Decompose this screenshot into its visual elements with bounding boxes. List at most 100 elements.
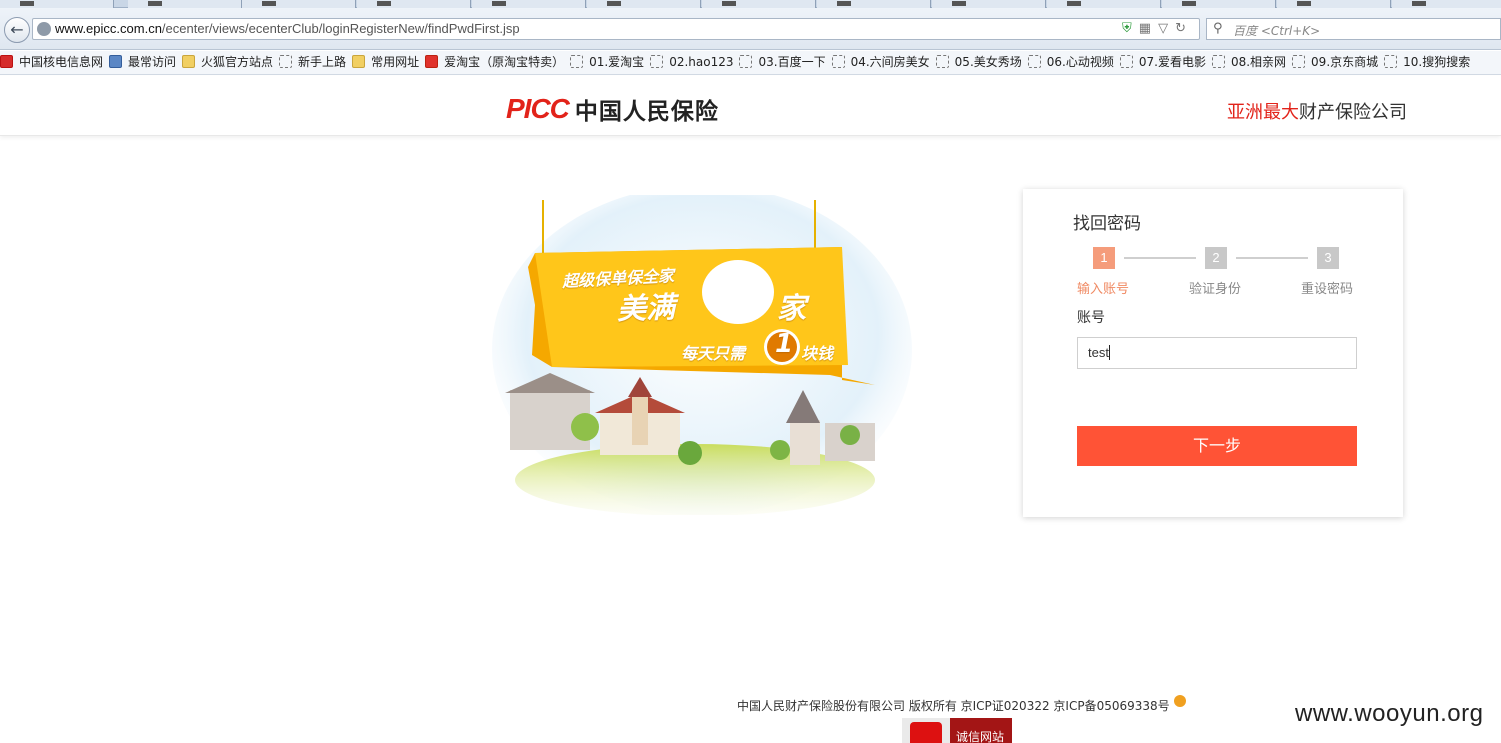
bookmark-item[interactable]: 04.六间房美女 (831, 51, 930, 74)
bookmark-item[interactable]: 01.爱淘宝 (570, 51, 645, 74)
police-badge-icon[interactable] (1173, 695, 1186, 707)
bookmark-item[interactable]: 火狐官方站点 (182, 51, 274, 74)
globe-icon (37, 22, 51, 36)
bookmark-item[interactable]: 06.心动视频 (1027, 51, 1114, 74)
bookmark-label: 01.爱淘宝 (589, 55, 645, 69)
back-button[interactable]: ← (4, 17, 30, 43)
account-input[interactable]: test (1077, 337, 1357, 369)
qr-code-icon[interactable]: ▦ (1139, 21, 1158, 36)
step-3-label: 重设密码 (1301, 282, 1354, 297)
find-password-card: 找回密码 1 2 3 输入账号 验证身份 重设密码 账号 test 下一步 (1023, 189, 1403, 517)
url-domain: www.epicc.com.cn (55, 21, 162, 36)
step-2-label: 验证身份 (1189, 282, 1242, 297)
bookmark-label: 爱淘宝（原淘宝特卖） (444, 55, 565, 69)
url-text: www.epicc.com.cn/ecenter/views/ecenterCl… (55, 21, 520, 36)
next-step-button[interactable]: 下一步 (1077, 426, 1357, 466)
account-input-value: test (1088, 345, 1109, 360)
address-bar-icons: ⛨▦▽↻ (1122, 21, 1193, 36)
slogan-highlight: 亚洲最大 (1227, 102, 1299, 123)
browser-tab-strip (0, 0, 1501, 8)
banner-e-letter: e (716, 247, 763, 326)
browser-tab[interactable] (1162, 0, 1276, 8)
bookmark-icon (1384, 55, 1398, 68)
banner-line-2a: 美满 (616, 289, 676, 327)
bookmark-label: 02.hao123 (669, 55, 734, 69)
credit-badge-logo (902, 718, 950, 743)
bookmark-label: 04.六间房美女 (850, 55, 930, 69)
bookmark-item[interactable]: 最常访问 (109, 51, 177, 74)
bookmark-item[interactable]: 07.爱看电影 (1119, 51, 1206, 74)
bookmark-icon (935, 55, 949, 68)
bookmark-item[interactable]: 03.百度一下 (739, 51, 826, 74)
browser-tab[interactable] (357, 0, 471, 8)
card-title: 找回密码 (1073, 214, 1141, 234)
browser-tab[interactable] (817, 0, 931, 8)
header-slogan: 亚洲最大财产保险公司 (1227, 98, 1407, 124)
copyright-text: 中国人民财产保险股份有限公司 版权所有 京ICP证020322 京ICP备050… (737, 699, 1170, 713)
bookmark-item[interactable]: 05.美女秀场 (935, 51, 1022, 74)
bookmark-label: 最常访问 (128, 55, 177, 69)
reload-icon[interactable]: ↻ (1175, 21, 1193, 36)
footer-copyright: 中国人民财产保险股份有限公司 版权所有 京ICP证020322 京ICP备050… (737, 695, 1186, 714)
bookmark-icon (1292, 55, 1306, 68)
bookmark-icon (1027, 55, 1041, 68)
bookmark-label: 08.相亲网 (1230, 55, 1287, 69)
browser-tab[interactable] (1277, 0, 1391, 8)
shield-icon[interactable]: ⛨ (1122, 21, 1139, 36)
browser-tab[interactable] (1392, 0, 1501, 8)
bookmark-item[interactable]: 常用网址 (352, 51, 420, 74)
browser-tab[interactable] (932, 0, 1046, 8)
bookmark-icon (0, 55, 13, 68)
search-placeholder: 百度 <Ctrl+K> (1233, 24, 1321, 38)
bookmark-icon (425, 55, 439, 68)
banner-line-3a: 每天只需 (681, 344, 746, 363)
bookmark-item[interactable]: 02.hao123 (650, 51, 734, 74)
step-connector (1236, 257, 1308, 259)
step-2-badge: 2 (1205, 247, 1227, 269)
browser-tab[interactable] (242, 0, 356, 8)
bookmark-label: 中国核电信息网 (19, 55, 104, 69)
address-bar[interactable]: www.epicc.com.cn/ecenter/views/ecenterCl… (32, 18, 1200, 40)
bookmark-item[interactable]: 爱淘宝（原淘宝特卖） (425, 51, 565, 74)
picc-logo[interactable]: PICC 中国人民保险 (506, 92, 719, 126)
bookmark-item[interactable]: 新手上路 (279, 51, 347, 74)
step-1-badge: 1 (1093, 247, 1115, 269)
bookmark-icon (279, 55, 293, 68)
bookmark-icon (739, 55, 753, 68)
credit-website-badge[interactable]: 诚信网站 (902, 718, 1012, 743)
bookmark-item[interactable]: 09.京东商城 (1292, 51, 1379, 74)
browser-tab[interactable] (128, 0, 242, 8)
browser-tab[interactable] (1047, 0, 1161, 8)
bookmark-label: 09.京东商城 (1311, 55, 1379, 69)
step-3-badge: 3 (1317, 247, 1339, 269)
bookmark-item[interactable]: 中国核电信息网 (0, 51, 104, 74)
folder-icon (352, 55, 366, 68)
bookmark-label: 06.心动视频 (1046, 55, 1114, 69)
banner-line-2b: 家 (777, 291, 807, 325)
folder-icon (182, 55, 196, 68)
promo-illustration: 超级保单保全家 美满 e 家 每天只需 1 块钱 (490, 195, 915, 515)
browser-tab[interactable] (702, 0, 816, 8)
bookmark-item[interactable]: 10.搜狗搜索 (1384, 51, 1470, 74)
bookmark-label: 新手上路 (298, 55, 347, 69)
bookmark-label: 火狐官方站点 (201, 55, 274, 69)
browser-tab[interactable] (587, 0, 701, 8)
bookmark-item[interactable]: 08.相亲网 (1211, 51, 1287, 74)
text-caret (1108, 345, 1110, 360)
bookmark-label: 03.百度一下 (758, 55, 826, 69)
bookmarks-toolbar: 中国核电信息网 最常访问 火狐官方站点 新手上路 常用网址 爱淘宝（原淘宝特卖） 01.爱淘… (0, 51, 1501, 75)
bookmark-icon (650, 55, 664, 68)
dropdown-arrow-icon[interactable]: ▽ (1158, 21, 1175, 36)
browser-tab[interactable] (472, 0, 586, 8)
logo-cn-name: 中国人民保险 (574, 99, 719, 125)
watermark: www.wooyun.org (1295, 700, 1484, 727)
url-path: /ecenter/views/ecenterClub/loginRegister… (161, 21, 520, 36)
bookmark-icon (570, 55, 584, 68)
arrow-left-icon: ← (10, 20, 24, 39)
search-bar[interactable]: ⚲ 百度 <Ctrl+K> (1206, 18, 1501, 40)
bookmark-icon (831, 55, 845, 68)
browser-nav-bar: ← www.epicc.com.cn/ecenter/views/ecenter… (0, 8, 1501, 50)
browser-tab[interactable] (0, 0, 114, 8)
banner-line-3b: 块钱 (801, 344, 834, 363)
bookmark-label: 常用网址 (371, 55, 420, 69)
